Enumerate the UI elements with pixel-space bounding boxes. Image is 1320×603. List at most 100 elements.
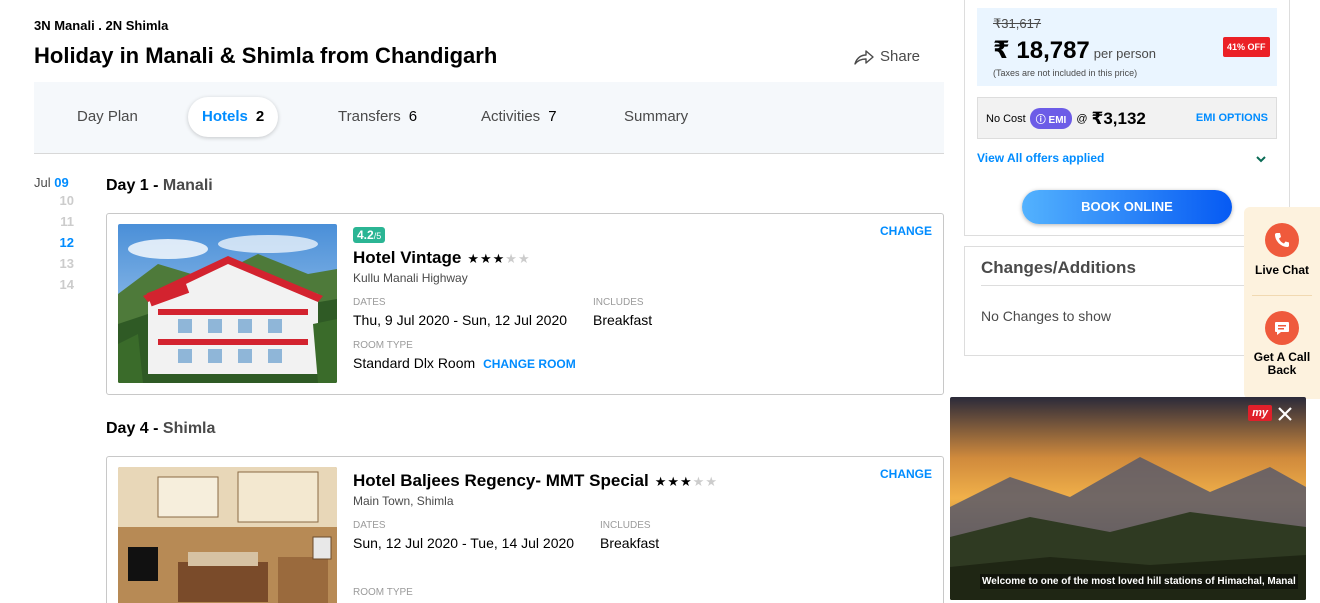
emi-pill-label: EMI — [1048, 115, 1067, 126]
original-price: ₹31,617 — [993, 16, 1042, 31]
view-offers-link[interactable]: View All offers applied — [977, 151, 1104, 165]
close-icon[interactable] — [1276, 405, 1294, 423]
hotel-image — [118, 224, 337, 383]
dates-value: Sun, 12 Jul 2020 - Tue, 14 Jul 2020 — [353, 535, 575, 551]
video-frame — [950, 397, 1306, 600]
dates-label: DATES — [353, 520, 386, 531]
hotel-image — [118, 467, 337, 603]
tab-count: 6 — [408, 108, 418, 125]
emi-amount: ₹3,132 — [1091, 108, 1146, 128]
live-chat-button[interactable]: Live Chat — [1244, 223, 1320, 277]
includes-value: Breakfast — [593, 312, 653, 328]
emi-pill: ⓘ EMI — [1029, 108, 1073, 129]
emi-icon: ⓘ — [1035, 115, 1046, 126]
hotel-location: Kullu Manali Highway — [353, 271, 468, 285]
day-place: Manali — [162, 177, 213, 194]
change-room-link[interactable]: CHANGE ROOM — [483, 357, 576, 371]
month-label: Jul — [34, 175, 51, 190]
tab-count: 2 — [255, 108, 265, 125]
hotel-photo[interactable] — [118, 224, 337, 383]
dates-block: DATES Sun, 12 Jul 2020 - Tue, 14 Jul 202… — [353, 520, 600, 551]
hotel-photo[interactable] — [118, 467, 337, 603]
stay-info: DATES Thu, 9 Jul 2020 - Sun, 12 Jul 2020… — [353, 297, 913, 328]
price-card: ₹31,617 ₹ 18,787 per person (Taxes are no… — [964, 0, 1290, 236]
price-summary: ₹31,617 ₹ 18,787 per person (Taxes are no… — [977, 8, 1277, 86]
emi-row: No Cost ⓘ EMI @ ₹3,132 EMI OPTIONS — [977, 97, 1277, 139]
discounted-price: ₹ 18,787 per person — [993, 36, 1156, 65]
chat-bubble-icon — [1265, 311, 1299, 345]
includes-block: INCLUDES Breakfast — [600, 520, 659, 551]
hotel-details: Hotel Baljees Regency- MMT Special ★★★★★ … — [353, 469, 913, 598]
includes-block: INCLUDES Breakfast — [593, 297, 652, 328]
share-icon — [854, 49, 874, 65]
star-rating: ★★★★★ — [655, 474, 718, 489]
tab-transfers[interactable]: Transfers 6 — [324, 97, 431, 137]
room-type-label: ROOM TYPE — [353, 587, 413, 598]
tab-label: Summary — [624, 108, 689, 125]
divider — [1252, 295, 1312, 296]
share-label: Share — [880, 48, 921, 65]
dates-block: DATES Thu, 9 Jul 2020 - Sun, 12 Jul 2020 — [353, 297, 593, 328]
hotel-location: Main Town, Shimla — [353, 494, 454, 508]
dates-label: DATES — [353, 297, 386, 308]
change-hotel-link[interactable]: CHANGE — [880, 467, 932, 481]
per-person-label: per person — [1093, 46, 1156, 61]
date-month: Jul 09 — [34, 175, 84, 190]
includes-label: INCLUDES — [593, 297, 644, 308]
emi-options-link[interactable]: EMI OPTIONS — [1196, 112, 1268, 124]
day-place: Shimla — [162, 420, 216, 437]
tab-label: Day Plan — [77, 108, 138, 125]
changes-empty-text: No Changes to show — [981, 308, 1111, 324]
book-online-button[interactable]: BOOK ONLINE — [1022, 190, 1232, 224]
date-day[interactable]: 14 — [34, 274, 74, 295]
date-day-active[interactable]: 09 — [54, 175, 68, 190]
day-label: Day 4 - — [106, 420, 163, 437]
tab-bar: Day Plan Hotels 2 Transfers 6 Activities 7 … — [34, 82, 944, 154]
includes-value: Breakfast — [600, 535, 660, 551]
call-back-button[interactable]: Get A Call Back — [1244, 311, 1320, 377]
price-value: ₹ 18,787 — [993, 37, 1090, 64]
rating-value: 4.2 — [357, 228, 374, 242]
day-heading: Day 4 - Shimla — [106, 420, 215, 438]
star-rating: ★★★★★ — [467, 251, 530, 266]
destination-video[interactable]: my Welcome to one of the most loved hill… — [950, 397, 1306, 600]
room-type-block: ROOM TYPE — [353, 587, 913, 598]
tab-count: 7 — [548, 108, 557, 125]
page-title: Holiday in Manali & Shimla from Chandiga… — [34, 43, 498, 68]
discount-badge: 41% OFF — [1223, 37, 1270, 57]
package-subtitle: 3N Manali . 2N Shimla — [34, 18, 169, 33]
share-button[interactable]: Share — [854, 48, 920, 65]
call-back-label: Back — [1267, 363, 1297, 377]
stars-empty: ★★ — [692, 474, 718, 489]
date-day-active[interactable]: 12 — [34, 232, 74, 253]
stars-filled: ★★★ — [654, 474, 693, 489]
divider — [981, 285, 1249, 286]
hotel-card: 4.2/5 Hotel Vintage ★★★★★ Kullu Manali Hi… — [106, 213, 944, 395]
emi-info: No Cost ⓘ EMI @ ₹3,132 — [986, 108, 1146, 129]
rating-badge: 4.2/5 — [353, 227, 386, 243]
room-type-text: Standard Dlx Room — [353, 355, 476, 371]
date-day[interactable]: 10 — [34, 190, 74, 211]
tab-summary[interactable]: Summary — [610, 97, 702, 137]
change-hotel-link[interactable]: CHANGE — [880, 224, 932, 238]
changes-panel: Changes/Additions No Changes to show — [964, 246, 1290, 356]
emi-prefix: No Cost — [986, 112, 1026, 125]
room-type-label: ROOM TYPE — [353, 340, 413, 351]
day-label: Day 1 - — [106, 177, 163, 194]
help-widget: Live Chat Get A Call Back — [1244, 207, 1320, 399]
date-day[interactable]: 11 — [34, 211, 74, 232]
hotel-name[interactable]: Hotel Vintage ★★★★★ — [353, 248, 913, 268]
tab-day-plan[interactable]: Day Plan — [63, 97, 152, 137]
tab-hotels[interactable]: Hotels 2 — [188, 97, 279, 137]
hotel-details: 4.2/5 Hotel Vintage ★★★★★ Kullu Manali Hi… — [353, 226, 913, 371]
day-heading: Day 1 - Manali — [106, 177, 213, 195]
emi-at: @ — [1076, 112, 1088, 125]
includes-label: INCLUDES — [600, 520, 651, 531]
date-day[interactable]: 13 — [34, 253, 74, 274]
room-type-block: ROOM TYPE Standard Dlx Room CHANGE ROOM — [353, 340, 913, 371]
chevron-down-icon[interactable] — [1255, 153, 1267, 165]
tab-activities[interactable]: Activities 7 — [467, 97, 571, 137]
dates-value: Thu, 9 Jul 2020 - Sun, 12 Jul 2020 — [353, 312, 568, 328]
tab-label: Activities — [481, 108, 541, 125]
hotel-name[interactable]: Hotel Baljees Regency- MMT Special ★★★★★ — [353, 471, 913, 491]
